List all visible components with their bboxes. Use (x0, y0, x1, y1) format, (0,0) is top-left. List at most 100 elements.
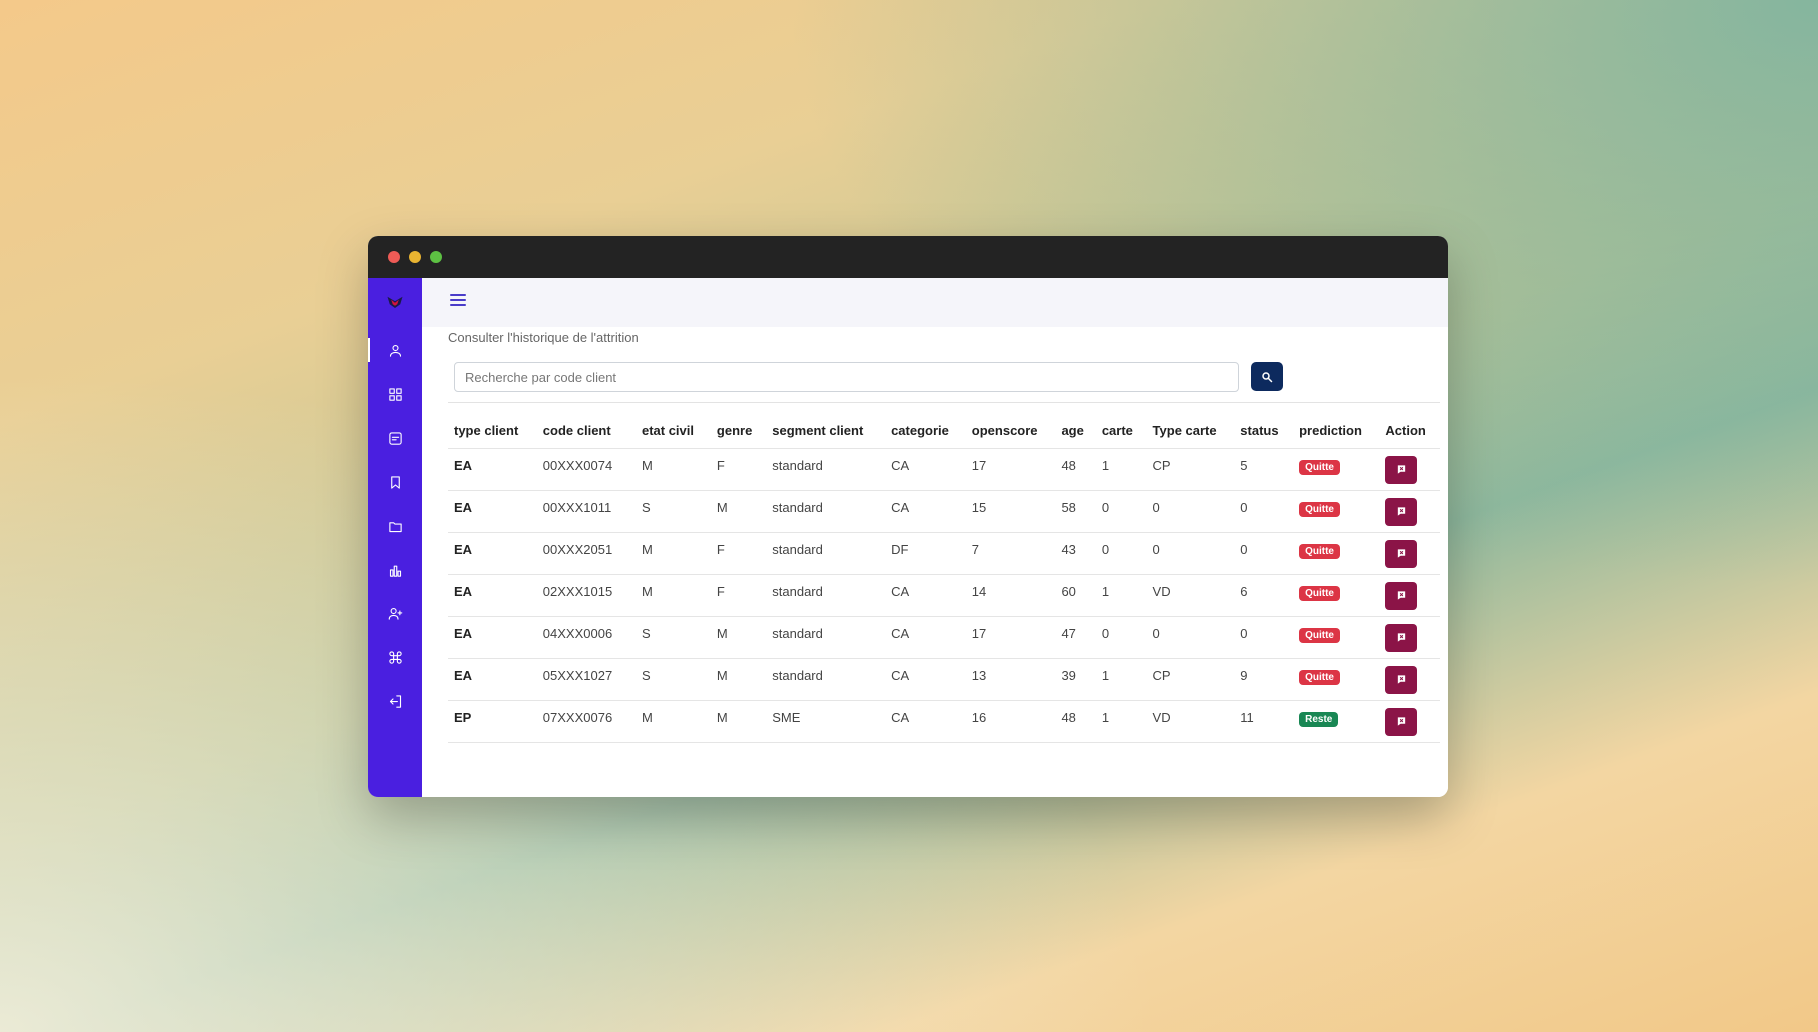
action-button[interactable] (1385, 665, 1418, 694)
action-button[interactable] (1385, 497, 1418, 526)
table-row: EP 07XXX0076 M M SME CA 16 48 1 VD 11 Reste (448, 700, 1440, 743)
action-button[interactable] (1385, 455, 1418, 484)
prediction-cell: Quitte (1293, 658, 1380, 701)
table-body: EA 00XXX0074 M Fstandard CA 17 48 1 CP 5 Quitte EA 0… (448, 448, 1440, 743)
col-etat-civil-cell: S (635, 490, 711, 533)
col-status-cell: 0 (1234, 490, 1294, 533)
main-content: Consulter l'historique de l'attrition ty… (422, 278, 1448, 797)
col-segment-client-cell: standard (766, 658, 886, 701)
report-icon (1397, 717, 1406, 726)
col-code-client-cell: 07XXX0076 (536, 700, 636, 743)
col-type-carte-cell: CP (1146, 658, 1235, 701)
col-genre-cell: M (710, 616, 767, 659)
table-row: EA 05XXX1027 S Mstandard CA 13 39 1 CP 9 Quitte (448, 658, 1440, 701)
col-type-carte-cell: VD (1146, 700, 1235, 743)
col-categorie-cell: CA (885, 658, 966, 701)
col-categorie-cell: CA (885, 700, 966, 743)
col-type-carte-cell: 0 (1146, 532, 1235, 575)
col-type-client-cell: EP (448, 700, 537, 743)
message-icon (388, 431, 402, 445)
col-code-client-cell: 00XXX1011 (536, 490, 636, 533)
col-type-client-header: type client (448, 413, 537, 449)
table-row: EA 00XXX1011 S Mstandard CA 15 58 0 0 0 Quitte (448, 490, 1440, 533)
search-button[interactable] (1251, 362, 1283, 391)
table-row: EA 02XXX1015 M Fstandard CA 14 60 1 VD 6 Quitte (448, 574, 1440, 617)
col-type-client-cell: EA (448, 616, 537, 659)
table-row: EA 00XXX2051 M Fstandard DF 7 43 0 0 0 Quitte (448, 532, 1440, 575)
window-titlebar (368, 236, 1448, 278)
col-categorie-header: categorie (885, 413, 966, 449)
sidebar (368, 278, 422, 797)
col-age-cell: 39 (1055, 658, 1096, 701)
sidebar-item-bookmarks[interactable] (368, 467, 422, 497)
col-status-cell: 5 (1234, 448, 1294, 491)
action-button[interactable] (1385, 707, 1418, 736)
minimize-window-dot[interactable] (409, 251, 421, 263)
col-segment-client-cell: SME (766, 700, 886, 743)
sidebar-item-statistics[interactable] (368, 555, 422, 585)
prediction-cell: Quitte (1293, 574, 1380, 617)
col-openscore-cell: 14 (965, 574, 1056, 617)
logo[interactable] (368, 287, 422, 317)
action-button[interactable] (1385, 623, 1418, 652)
col-type-carte-cell: CP (1146, 448, 1235, 491)
col-genre-cell: F (710, 574, 767, 617)
report-icon (1397, 591, 1406, 600)
close-window-dot[interactable] (388, 251, 400, 263)
col-status-cell: 0 (1234, 616, 1294, 659)
col-genre-header: genre (710, 413, 767, 449)
col-carte-cell: 0 (1095, 490, 1147, 533)
action-cell (1379, 448, 1440, 491)
col-code-client-cell: 04XXX0006 (536, 616, 636, 659)
report-icon (1397, 549, 1406, 558)
sidebar-item-dashboard[interactable] (368, 379, 422, 409)
logout-icon (389, 694, 401, 708)
maximize-window-dot[interactable] (430, 251, 442, 263)
report-icon (1397, 675, 1406, 684)
attrition-table: type client code client etat civil genre seg… (448, 413, 1440, 743)
action-cell (1379, 490, 1440, 533)
menu-toggle-icon[interactable] (450, 294, 466, 308)
action-cell (1379, 700, 1440, 743)
col-status-cell: 0 (1234, 532, 1294, 575)
sidebar-item-command[interactable] (368, 642, 422, 672)
search-input[interactable] (454, 362, 1239, 392)
action-button[interactable] (1385, 539, 1418, 568)
folder-icon (388, 521, 402, 532)
report-icon (1397, 507, 1406, 516)
col-etat-civil-cell: S (635, 616, 711, 659)
prediction-badge: Quitte (1299, 501, 1340, 517)
search-icon (1262, 371, 1273, 382)
user-icon (389, 344, 401, 357)
col-age-cell: 48 (1055, 700, 1096, 743)
col-categorie-cell: CA (885, 448, 966, 491)
col-carte-cell: 0 (1095, 532, 1147, 575)
sidebar-item-logout[interactable] (368, 686, 422, 716)
prediction-badge: Quitte (1299, 585, 1340, 601)
app: Consulter l'historique de l'attrition ty… (368, 278, 1448, 797)
sidebar-item-folders[interactable] (368, 511, 422, 541)
col-segment-client-cell: standard (766, 490, 886, 533)
col-genre-cell: F (710, 532, 767, 575)
prediction-cell: Quitte (1293, 448, 1380, 491)
page-title: Consulter l'historique de l'attrition (448, 330, 639, 345)
action-cell (1379, 616, 1440, 659)
topbar (422, 278, 1448, 327)
sidebar-item-users[interactable] (368, 335, 422, 365)
sidebar-item-add-user[interactable] (368, 598, 422, 628)
col-type-client-cell: EA (448, 448, 537, 491)
action-button[interactable] (1385, 581, 1418, 610)
col-openscore-cell: 13 (965, 658, 1056, 701)
col-status-cell: 6 (1234, 574, 1294, 617)
sidebar-item-messages[interactable] (368, 423, 422, 453)
col-etat-civil-header: etat civil (635, 413, 711, 449)
prediction-badge: Reste (1299, 711, 1339, 727)
prediction-cell: Reste (1293, 700, 1380, 743)
col-type-carte-header: Type carte (1146, 413, 1235, 449)
col-type-client-cell: EA (448, 490, 537, 533)
col-carte-cell: 1 (1095, 658, 1147, 701)
col-status-cell: 11 (1234, 700, 1294, 743)
report-icon (1397, 633, 1406, 642)
action-cell (1379, 532, 1440, 575)
action-cell (1379, 574, 1440, 617)
